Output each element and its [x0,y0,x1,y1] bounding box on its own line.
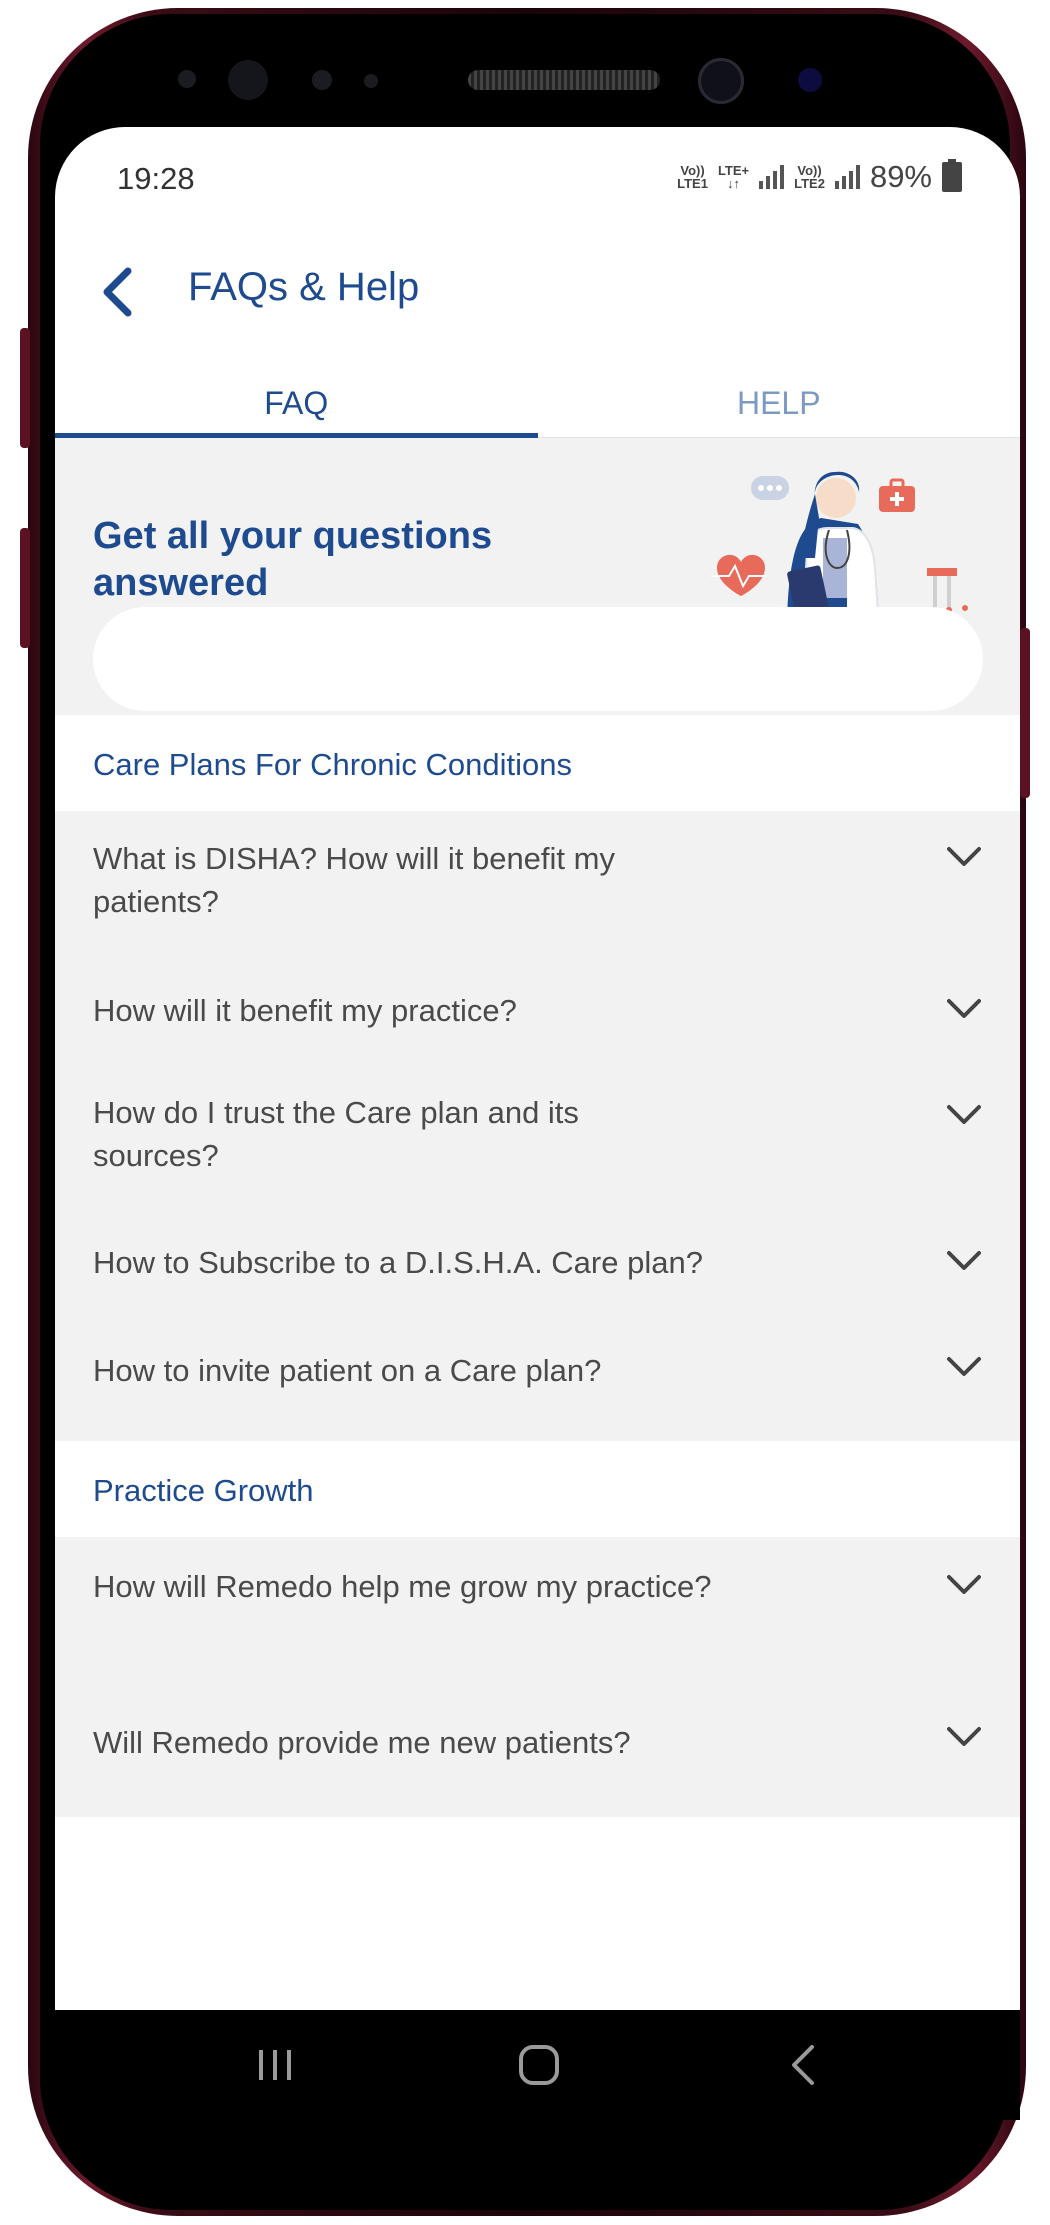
home-button[interactable] [499,2030,579,2100]
chevron-down-icon [944,1347,984,1387]
status-icons: Vo)) LTE1 LTE+ ↓↑ Vo)) LTE2 89% [677,159,962,195]
section-header-practice-growth: Practice Growth [55,1441,1020,1537]
faq-search-input[interactable] [93,607,983,711]
tab-faq[interactable]: FAQ [55,357,538,438]
home-icon [519,2045,559,2085]
app-screen: 19:28 Vo)) LTE1 LTE+ ↓↑ Vo)) LTE2 89% FA… [55,127,1020,2010]
phone-bixby-button [20,528,30,648]
faq-question: What is DISHA? How will it benefit my pa… [93,841,615,919]
back-nav-button[interactable] [763,2030,843,2100]
faq-question: How will Remedo help me grow my practice… [93,1569,712,1604]
phone-volume-button [20,328,30,448]
system-nav-bar [55,2010,1020,2120]
faq-question: How will it benefit my practice? [93,993,517,1028]
signal-icon [759,165,785,189]
faq-item[interactable]: What is DISHA? How will it benefit my pa… [55,811,1020,951]
page-title: FAQs & Help [188,265,420,309]
back-arrow-icon [792,2045,814,2085]
chevron-down-icon [944,1095,984,1135]
faq-item[interactable]: How will Remedo help me grow my practice… [55,1537,1020,1687]
sensor-dot [364,74,378,88]
front-camera [698,58,744,104]
battery-percentage: 89% [869,159,932,194]
chevron-down-icon [944,837,984,877]
back-button[interactable] [87,257,147,327]
section-title: Practice Growth [93,1473,314,1508]
tab-bar: FAQ HELP [55,357,1020,438]
faq-item[interactable]: How to invite patient on a Care plan? [55,1311,1020,1441]
chevron-down-icon [944,1241,984,1281]
faq-item[interactable]: How do I trust the Care plan and its sou… [55,1061,1020,1201]
faq-banner: Get all your questions answered [55,438,1020,715]
faq-question: Will Remedo provide me new patients? [93,1725,631,1760]
tab-help[interactable]: HELP [538,357,1021,437]
faq-question: How to Subscribe to a D.I.S.H.A. Care pl… [93,1245,703,1280]
app-header: FAQs & Help [55,227,1020,357]
phone-power-button [1020,628,1030,798]
front-sensor [798,68,822,92]
faq-list-care-plans-cont: How to invite patient on a Care plan? [55,1311,1020,1441]
sim2-label: Vo)) LTE2 [794,163,825,191]
section-header-care-plans: Care Plans For Chronic Conditions [55,715,1020,811]
section-title: Care Plans For Chronic Conditions [93,747,572,782]
sensor-dot [178,70,196,88]
status-bar: 19:28 Vo)) LTE1 LTE+ ↓↑ Vo)) LTE2 89% [55,127,1020,227]
recent-apps-icon [259,2050,291,2080]
lte-plus-label: LTE+ ↓↑ [717,163,750,191]
status-time: 19:28 [117,161,195,196]
faq-item[interactable]: Will Remedo provide me new patients? [55,1687,1020,1817]
signal-icon [834,165,860,189]
sim1-label: Vo)) LTE1 [677,163,708,191]
faq-list-practice-growth: How will Remedo help me grow my practice… [55,1537,1020,1817]
banner-heading: Get all your questions answered [93,515,493,604]
sensor-dot [312,70,332,90]
battery-icon [942,159,962,192]
earpiece-speaker [468,70,660,90]
faq-question: How do I trust the Care plan and its sou… [93,1095,579,1173]
chevron-down-icon [944,1565,984,1605]
faq-question: How to invite patient on a Care plan? [93,1353,602,1388]
iris-scanner [228,60,268,100]
chevron-down-icon [944,989,984,1029]
chevron-down-icon [944,1717,984,1757]
chevron-left-icon [103,267,132,317]
faq-list-care-plans: What is DISHA? How will it benefit my pa… [55,811,1020,1311]
faq-item[interactable]: How will it benefit my practice? [55,951,1020,1061]
recent-apps-button[interactable] [235,2030,315,2100]
faq-item[interactable]: How to Subscribe to a D.I.S.H.A. Care pl… [55,1201,1020,1311]
